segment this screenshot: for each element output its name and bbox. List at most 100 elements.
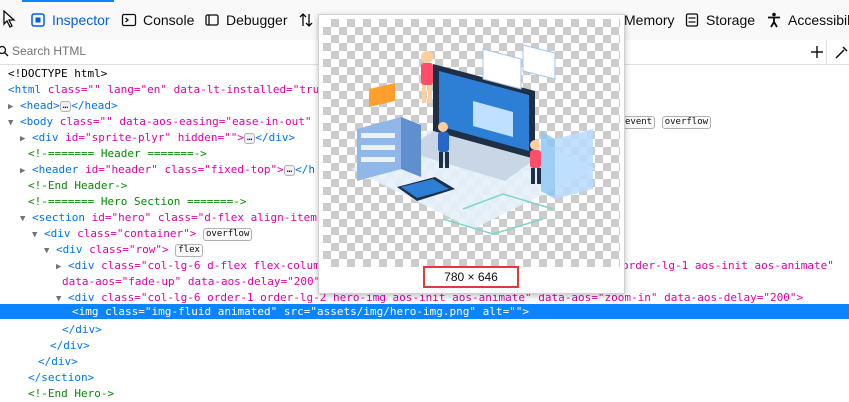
div-tag: <div	[68, 259, 95, 272]
tab-label: Inspector	[52, 12, 110, 28]
collapse-twisty-icon[interactable]: ▼	[32, 230, 37, 240]
search-input[interactable]: Search HTML	[12, 44, 86, 58]
div-attrs-wrapped: data-aos="fade-up" data-aos-delay="200"	[62, 275, 321, 288]
markup-line[interactable]: ▼ <section id="hero" class="d-flex align…	[20, 210, 323, 226]
div-tag: <div	[44, 227, 71, 240]
markup-line[interactable]: ▼ <div class="container"> overflow	[32, 226, 253, 242]
section-attrs: id="hero" class="d-flex align-items	[85, 211, 324, 224]
header-tag: <header	[32, 163, 79, 176]
head-tag: <head>	[20, 99, 60, 112]
markup-line[interactable]: ▼ <body class="" data-aos-easing="ease-i…	[8, 114, 325, 130]
markup-line-continued: order-lg-1 aos-init aos-animate"	[622, 258, 834, 274]
markup-line[interactable]: <html class="" lang="en" data-lt-install…	[8, 82, 319, 98]
expand-twisty-icon[interactable]: ▶	[56, 262, 61, 272]
markup-line[interactable]: <!-End Header->	[28, 178, 127, 194]
collapse-twisty-icon[interactable]: ▼	[56, 294, 61, 304]
markup-line[interactable]: </div>	[50, 338, 90, 354]
network-icon	[299, 13, 313, 27]
div-attrs: class="container">	[70, 227, 197, 240]
active-tab-indicator	[22, 0, 114, 2]
tab-label: Accessibili	[788, 12, 849, 28]
debugger-icon	[205, 14, 219, 26]
collapsed-content[interactable]: …	[283, 164, 296, 176]
markup-line[interactable]: <!-======= Header =======->	[28, 146, 207, 162]
cursor-icon	[3, 9, 16, 28]
div-tag: <div	[68, 291, 95, 304]
selected-node-row[interactable]: <img class="img-fluid animated" src="ass…	[0, 304, 849, 319]
html-attrs: class="" lang="en" data-lt-installed="tr…	[41, 83, 320, 96]
body-attrs: class="" data-aos-easing="ease-in-out" d	[53, 115, 325, 128]
markup-line[interactable]: </div>	[62, 322, 102, 338]
eyedropper-icon[interactable]	[834, 44, 848, 60]
head-end-tag: </head>	[71, 99, 118, 112]
divider	[826, 40, 827, 64]
markup-line-badges: event overflow	[622, 114, 712, 130]
collapse-twisty-icon[interactable]: ▼	[8, 118, 13, 128]
markup-line[interactable]: </section>	[28, 370, 94, 386]
console-icon	[121, 13, 137, 27]
hero-illustration-image	[351, 44, 595, 235]
event-badge[interactable]: event	[622, 115, 656, 129]
div-end-tag: </div>	[255, 131, 296, 144]
tab-label: Storage	[706, 12, 756, 28]
body-tag: <body	[20, 115, 54, 128]
markup-line[interactable]: ▶ <div class="col-lg-6 d-flex flex-colum…	[56, 258, 326, 274]
image-preview-tooltip: 780 × 646	[318, 14, 625, 294]
expand-twisty-icon[interactable]: ▶	[20, 134, 25, 144]
div-end-tag: </div>	[50, 339, 90, 352]
image-dimensions-label: 780 × 646	[423, 266, 519, 288]
tab-console[interactable]: Console	[121, 8, 194, 32]
html-tag: <html	[8, 83, 42, 96]
pick-element-button[interactable]	[2, 9, 18, 30]
markup-line[interactable]: <!-======= Hero Section =======->	[28, 194, 247, 210]
inspector-icon	[31, 13, 45, 27]
collapse-twisty-icon[interactable]: ▼	[44, 246, 49, 256]
div-end-tag: </div>	[62, 323, 102, 336]
collapse-twisty-icon[interactable]: ▼	[20, 214, 25, 224]
collapsed-content[interactable]: …	[59, 100, 72, 112]
overflow-badge[interactable]: overflow	[203, 227, 253, 241]
div-attrs: id="sprite-plyr" hidden="">	[58, 131, 244, 144]
markup-line[interactable]: <!-End Hero->	[28, 386, 114, 402]
tab-label: Memory	[624, 12, 675, 28]
flex-badge[interactable]: flex	[175, 243, 203, 257]
overflow-badge[interactable]: overflow	[661, 115, 712, 129]
tab-inspector[interactable]: Inspector	[30, 8, 110, 32]
accessibility-icon	[768, 12, 780, 28]
div-attrs: class="col-lg-6 d-flex flex-column	[94, 259, 327, 272]
div-tag: <div	[56, 243, 83, 256]
markup-line[interactable]: ▶ <head>… </head>	[8, 98, 118, 114]
markup-line[interactable]: ▶ <div id="sprite-plyr" hidden="">… </div…	[20, 130, 295, 146]
markup-line[interactable]: ▶ <header id="header" class="fixed-top">…	[20, 162, 315, 178]
comment: <!-======= Hero Section =======->	[28, 195, 247, 208]
tab-label: Console	[143, 12, 195, 28]
header-attrs: id="header" class="fixed-top">	[78, 163, 284, 176]
tab-accessibility[interactable]: Accessibili	[766, 8, 849, 32]
doctype: <!DOCTYPE html>	[8, 67, 108, 80]
markup-line[interactable]: <!DOCTYPE html>	[8, 66, 107, 82]
storage-icon	[685, 13, 699, 27]
collapsed-content[interactable]: …	[243, 132, 256, 144]
search-icon	[0, 45, 9, 57]
div-attrs-continued: order-lg-1 aos-init aos-animate"	[622, 259, 834, 272]
div-attrs: class="row">	[82, 243, 169, 256]
markup-line[interactable]: ▼ <div class="row"> flex	[44, 242, 203, 258]
expand-twisty-icon[interactable]: ▶	[8, 102, 13, 112]
tab-storage[interactable]: Storage	[684, 8, 755, 32]
section-tag: <section	[32, 211, 86, 224]
img-tag: <img class="img-fluid animated" src="ass…	[72, 305, 529, 318]
div-tag: <div	[32, 131, 59, 144]
tab-label: Debugger	[226, 12, 288, 28]
markup-line[interactable]: </div>	[38, 354, 78, 370]
tab-network[interactable]	[298, 8, 314, 32]
markup-line[interactable]: data-aos="fade-up" data-aos-delay="200"	[62, 274, 320, 290]
comment: <!-======= Header =======->	[28, 147, 207, 160]
add-node-button[interactable]	[810, 45, 824, 59]
tab-debugger[interactable]: Debugger	[204, 8, 288, 32]
expand-twisty-icon[interactable]: ▶	[20, 166, 25, 176]
comment: <!-End Header->	[28, 179, 128, 192]
section-end-tag: </section>	[28, 371, 95, 384]
div-end-tag: </div>	[38, 355, 78, 368]
comment: <!-End Hero->	[28, 387, 115, 400]
tab-memory[interactable]: Memory	[624, 8, 675, 32]
